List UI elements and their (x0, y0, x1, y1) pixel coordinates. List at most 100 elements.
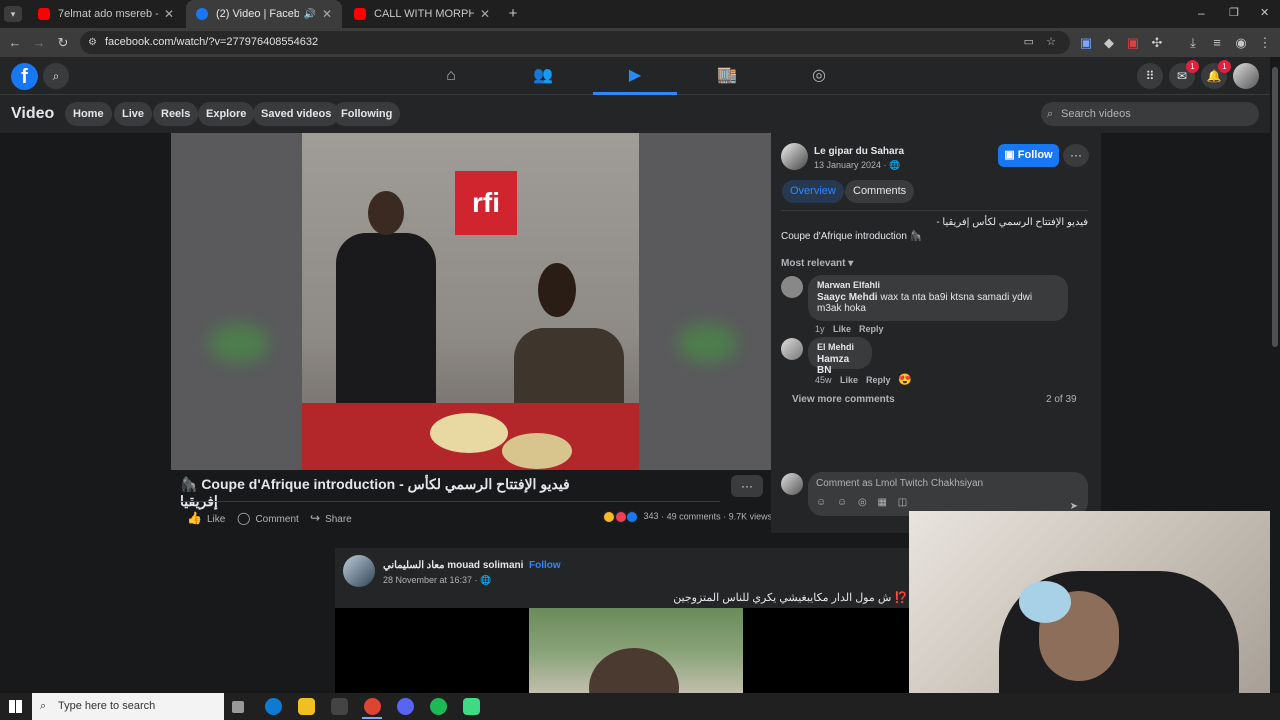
search-videos-input[interactable]: ⌕ Search videos (1041, 102, 1259, 126)
task-view-icon[interactable] (232, 701, 244, 713)
comment-input[interactable]: Comment as Lmol Twitch Chakhsiyan ☺ ☺ ◎ … (808, 472, 1088, 516)
comment-tools[interactable]: ☺ ☺ ◎ ▦ ◫ (816, 497, 1080, 508)
address-bar[interactable]: ⚙ facebook.com/watch/?v=277976408554632 … (80, 31, 1070, 54)
extension-icon[interactable]: ◆ (1101, 35, 1117, 51)
author-avatar[interactable] (781, 143, 808, 170)
singer-head (368, 191, 404, 235)
browser-tab-youtube[interactable]: 7elmat ado msereb - YouTube ✕ (28, 0, 184, 28)
reading-list-icon[interactable]: ≡ (1209, 35, 1225, 51)
reaction-summary[interactable]: 343 · 49 comments · 9.7K views (603, 511, 772, 523)
scrollbar-thumb[interactable] (1272, 67, 1278, 347)
facebook-logo[interactable]: f (11, 63, 38, 90)
subnav-live[interactable]: Live (114, 102, 153, 126)
messenger-icon[interactable]: ✉ 1 (1169, 60, 1199, 89)
comment-mention[interactable]: Hamza BN (817, 354, 849, 376)
spotify-icon[interactable] (430, 698, 447, 715)
commenter-name[interactable]: Marwan Elfahli (817, 280, 1059, 290)
my-avatar[interactable] (781, 473, 803, 495)
comment-button[interactable]: ◯ Comment (237, 511, 299, 525)
sort-comments-dropdown[interactable]: Most relevant ▾ (781, 258, 853, 269)
comment-icon: ◯ (237, 511, 251, 525)
facebook-header: f ⌕ ⌂ 👥 ▶ 🏬 ◎ ⠿ ✉ 1 🔔 1 (0, 57, 1270, 95)
close-tab-icon[interactable]: ✕ (164, 7, 174, 21)
search-icon[interactable]: ⌕ (43, 63, 69, 89)
post-date[interactable]: 13 January 2024 · 🌐 (814, 160, 900, 171)
marketplace-nav-icon[interactable]: 🏬 (685, 57, 769, 95)
menu-grid-icon[interactable]: ⠿ (1137, 63, 1163, 89)
subnav-following[interactable]: Following (333, 102, 401, 126)
page-scrollbar[interactable] (1270, 57, 1280, 693)
android-app-icon[interactable] (463, 698, 480, 715)
tab-overview[interactable]: Overview (782, 180, 844, 203)
speaker-icon[interactable]: 🔊 (303, 9, 315, 20)
comment-reply-link[interactable]: Reply (866, 375, 891, 385)
subnav-reels[interactable]: Reels (153, 102, 199, 126)
close-tab-icon[interactable]: ✕ (322, 7, 332, 21)
chrome-menu-icon[interactable]: ⋮ (1257, 35, 1273, 51)
browser-tab-facebook[interactable]: (2) Video | Facebook 🔊 ✕ (186, 0, 342, 28)
red-extension-icon[interactable]: ▣ (1125, 35, 1141, 51)
panel-more-button[interactable]: ··· (1063, 144, 1089, 167)
djembe-drum (430, 413, 508, 453)
edge-icon[interactable] (265, 698, 282, 715)
comment-bubble: El Mehdi Hamza BN (808, 337, 872, 376)
friends-nav-icon[interactable]: 👥 (501, 57, 585, 95)
post-author-name[interactable]: معاد السليماني mouad solimani (383, 560, 523, 571)
author-name[interactable]: Le gipar du Sahara (814, 146, 904, 157)
windows-start-icon[interactable] (9, 700, 22, 713)
taskbar-search-box[interactable]: ⌕ Type here to search (32, 693, 224, 720)
tab-search-dropdown[interactable]: ▾ (4, 6, 22, 22)
video-more-button[interactable]: ··· (731, 475, 763, 497)
install-app-icon[interactable]: ▭ (1024, 31, 1034, 54)
subnav-saved-videos[interactable]: Saved videos (253, 102, 340, 126)
subnav-explore[interactable]: Explore (198, 102, 255, 126)
post-date[interactable]: 28 November at 16:37 · 🌐 (383, 575, 491, 586)
comment-mention[interactable]: Saayc Mehdi (817, 292, 878, 303)
divider (180, 501, 720, 502)
home-nav-icon[interactable]: ⌂ (409, 57, 493, 95)
chrome-icon[interactable] (364, 698, 381, 715)
follow-button[interactable]: ▣ Follow (998, 144, 1059, 167)
restore-button[interactable]: ❐ (1229, 6, 1239, 19)
site-info-icon[interactable]: ⚙ (88, 31, 97, 54)
commenter-avatar[interactable] (781, 276, 803, 298)
bookmark-star-icon[interactable]: ☆ (1046, 31, 1056, 54)
reload-icon[interactable]: ↻ (55, 35, 71, 51)
puzzle-extensions-icon[interactable]: ✣ (1149, 35, 1165, 51)
downloads-icon[interactable]: ⤓ (1185, 35, 1201, 51)
close-tab-icon[interactable]: ✕ (480, 7, 490, 21)
post-photo[interactable] (529, 608, 743, 698)
back-icon[interactable]: ← (7, 35, 23, 51)
post-follow-link[interactable]: Follow (529, 560, 561, 571)
browser-tab-strip: ▾ 7elmat ado msereb - YouTube ✕ (2) Vide… (0, 0, 1280, 28)
account-avatar[interactable] (1233, 63, 1259, 89)
profile-icon[interactable]: ◉ (1233, 35, 1249, 51)
comment-like-link[interactable]: Like (833, 324, 851, 334)
comment-like-link[interactable]: Like (840, 375, 858, 385)
store-icon[interactable] (331, 698, 348, 715)
groups-nav-icon[interactable]: ◎ (777, 57, 861, 95)
commenter-avatar[interactable] (781, 338, 803, 360)
new-tab-button[interactable]: + (505, 5, 521, 22)
tab-comments[interactable]: Comments (845, 180, 915, 203)
commenter-name[interactable]: El Mehdi (817, 342, 863, 352)
close-window-button[interactable]: ✕ (1260, 6, 1269, 19)
video-player[interactable]: rfi (171, 133, 771, 470)
discord-icon[interactable] (397, 698, 414, 715)
notifications-bell-icon[interactable]: 🔔 1 (1201, 60, 1231, 89)
tab-label: (2) Video | Facebook (216, 8, 300, 20)
comment-reply-link[interactable]: Reply (859, 324, 884, 334)
share-button[interactable]: ↪ Share (310, 511, 352, 525)
like-button[interactable]: 👍 Like (187, 511, 225, 525)
subnav-home[interactable]: Home (65, 102, 112, 126)
file-explorer-icon[interactable] (298, 698, 315, 715)
video-nav-icon[interactable]: ▶ (593, 57, 677, 95)
view-more-comments-link[interactable]: View more comments (792, 394, 895, 405)
notification-badge: 1 (1218, 60, 1231, 73)
forward-icon[interactable]: → (31, 35, 47, 51)
browser-tab-call[interactable]: CALL WITH MORPHINE / spop ✕ (344, 0, 500, 28)
minimize-button[interactable]: – (1198, 6, 1205, 20)
translate-extension-icon[interactable]: ▣ (1078, 35, 1094, 51)
post-author-avatar[interactable] (343, 555, 375, 587)
comments-count[interactable]: 49 comments (667, 511, 721, 521)
